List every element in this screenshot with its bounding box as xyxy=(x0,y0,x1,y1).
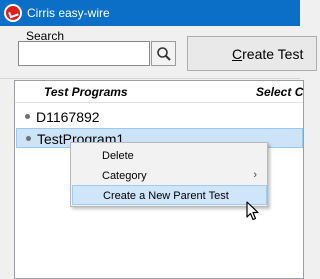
bullet-icon xyxy=(25,114,30,119)
create-test-mnemonic: C xyxy=(232,45,243,62)
list-item[interactable]: D1167892 xyxy=(16,107,303,127)
menu-item-label: Category xyxy=(102,170,147,182)
search-input[interactable] xyxy=(18,41,150,66)
menu-item-create-parent-test[interactable]: Create a New Parent Test xyxy=(72,185,267,205)
window-title: Cirris easy-wire xyxy=(27,6,110,20)
menu-item-delete[interactable]: Delete xyxy=(72,146,267,166)
create-test-label: reate Test xyxy=(242,45,304,62)
menu-item-label: Create a New Parent Test xyxy=(103,190,229,202)
column-header-test-programs[interactable]: Test Programs xyxy=(44,85,128,99)
cirris-logo-icon xyxy=(4,4,22,22)
column-header-select[interactable]: Select C xyxy=(256,85,303,99)
menu-item-label: Delete xyxy=(102,150,134,162)
create-test-button[interactable]: Create Test xyxy=(187,36,317,71)
list-header: Test Programs Select C xyxy=(15,81,303,103)
mouse-pointer-icon xyxy=(246,201,259,221)
search-icon xyxy=(157,47,171,61)
list-item-label: D1167892 xyxy=(36,109,100,125)
bullet-icon xyxy=(26,136,31,141)
menu-item-category[interactable]: Category › xyxy=(72,166,267,186)
search-button[interactable] xyxy=(151,41,176,66)
chevron-right-icon: › xyxy=(253,169,257,181)
context-menu: Delete Category › Create a New Parent Te… xyxy=(70,142,268,207)
toolbar-divider xyxy=(0,78,300,79)
title-bar: Cirris easy-wire xyxy=(0,0,300,26)
